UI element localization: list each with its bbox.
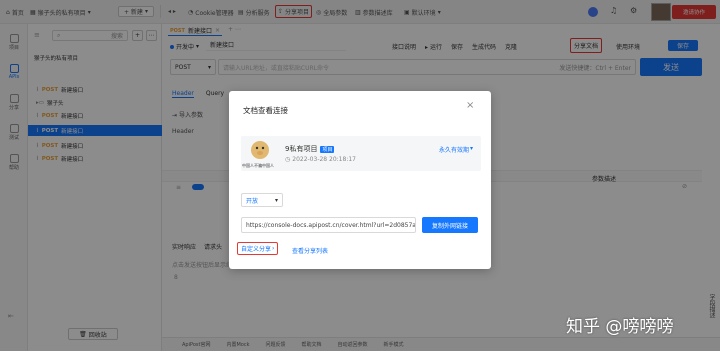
watermark: 知乎 @嗙嗙嗙 <box>566 317 674 337</box>
copy-link-button[interactable]: 复制外网链接 <box>422 217 478 233</box>
view-shares-link[interactable]: 查看分享列表 <box>292 246 328 255</box>
chevron-right-icon: › <box>272 245 275 252</box>
project-time: ◷ 2022-03-28 20:18:17 <box>285 156 356 163</box>
project-logo <box>243 138 277 164</box>
close-icon[interactable]: × <box>466 100 474 111</box>
modal-title: 文档查看连接 <box>243 106 288 115</box>
clock-icon: ◷ <box>285 156 291 163</box>
custom-share-button[interactable]: 自定义分享 › <box>237 242 279 255</box>
expire-select[interactable]: 永久有效期 ▾ <box>439 145 473 154</box>
logo-caption: 中国人不骗中国人 <box>242 163 274 168</box>
project-card: 中国人不骗中国人 9私有项目 项目 ◷ 2022-03-28 20:18:17 永… <box>241 136 481 171</box>
project-badge: 项目 <box>320 145 335 153</box>
share-doc-modal: 文档查看连接 × 中国人不骗中国人 9私有项目 项目 ◷ 2022-03-28 2… <box>229 91 491 269</box>
doge-logo-icon <box>251 141 269 159</box>
chevron-down-icon: ▾ <box>470 145 474 152</box>
share-url-field[interactable]: https://console-docs.apipost.cn/cover.ht… <box>241 217 416 233</box>
chevron-down-icon: ▾ <box>274 196 278 204</box>
access-select[interactable]: 开放 ▾ <box>241 193 283 207</box>
project-name: 9私有项目 项目 <box>285 145 335 153</box>
